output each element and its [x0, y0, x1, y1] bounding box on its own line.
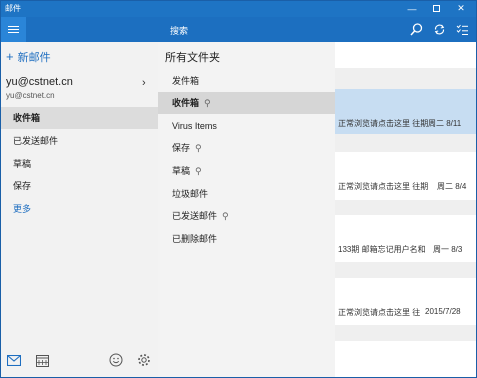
flyout-folder-label: 已发送邮件 — [172, 211, 218, 221]
pin-icon[interactable]: ⚲ — [195, 166, 202, 176]
message-preview[interactable]: 正常浏览请点击这里 往 — [338, 307, 426, 318]
flyout-folder-saved[interactable]: 保存 ⚲ — [158, 137, 335, 159]
flyout-folder-label: Virus Items — [172, 121, 217, 131]
pin-icon[interactable]: ⚲ — [222, 211, 229, 221]
message-row-divider — [335, 325, 477, 341]
hamburger-line — [7, 32, 19, 33]
folder-sent[interactable]: 已发送邮件 — [0, 130, 158, 152]
message-date: 周二 8/11 — [428, 119, 462, 128]
pin-icon[interactable]: ⚲ — [195, 143, 202, 153]
maximize-button[interactable] — [424, 0, 448, 17]
hamburger-menu-button[interactable] — [0, 17, 26, 42]
flyout-folder-label: 发件箱 — [172, 76, 200, 86]
message-date: 周二 8/4 — [437, 182, 467, 191]
filter-icon[interactable] — [452, 19, 472, 39]
search-icon[interactable] — [406, 19, 426, 39]
folder-inbox[interactable]: 收件箱 — [0, 107, 158, 129]
flyout-folder-drafts[interactable]: 草稿 ⚲ — [158, 160, 335, 182]
message-preview[interactable]: 正常浏览请点击这里 往期 — [338, 181, 450, 192]
account-name[interactable]: yu@cstnet.cn — [6, 76, 73, 88]
message-row-divider — [335, 200, 477, 215]
folder-label: 已发送邮件 — [13, 136, 59, 146]
flyout-folder-outbox[interactable]: 发件箱 — [158, 70, 335, 92]
flyout-folder-inbox[interactable]: 收件箱 ⚲ — [158, 92, 335, 114]
minimize-button[interactable]: — — [400, 0, 424, 17]
flyout-folder-sent[interactable]: 已发送邮件 ⚲ — [158, 205, 335, 227]
flyout-title: 所有文件夹 — [165, 52, 220, 64]
close-button[interactable]: ✕ — [449, 0, 473, 17]
flyout-folder-label: 保存 — [172, 143, 191, 153]
message-row-divider — [335, 68, 477, 89]
new-mail-button[interactable]: + 新邮件 — [6, 49, 51, 65]
flyout-folder-deleted[interactable]: 已删除邮件 — [158, 228, 335, 250]
message-row-divider — [335, 262, 477, 278]
folder-label: 更多 — [13, 204, 32, 214]
flyout-folder-virus-items[interactable]: Virus Items — [158, 115, 335, 137]
maximize-icon — [432, 5, 440, 12]
chevron-right-icon[interactable]: › — [142, 77, 146, 89]
message-row-divider — [335, 134, 477, 152]
folder-label: 收件箱 — [13, 113, 41, 123]
message-date: 2015/7/28 — [425, 307, 461, 316]
plus-icon: + — [6, 49, 14, 64]
settings-icon[interactable] — [135, 351, 153, 369]
flyout-folder-label: 已删除邮件 — [172, 234, 218, 244]
left-header — [26, 17, 158, 42]
folder-drafts[interactable]: 草稿 — [0, 153, 158, 175]
close-icon: ✕ — [457, 3, 465, 13]
folder-more[interactable]: 更多 — [0, 198, 158, 220]
window-title: 邮件 — [5, 4, 21, 13]
calendar-icon[interactable] — [33, 351, 51, 369]
flyout-folder-label: 草稿 — [172, 166, 191, 176]
flyout-folder-label: 垃圾邮件 — [172, 189, 209, 199]
hamburger-line — [7, 29, 19, 30]
hamburger-line — [7, 26, 19, 27]
feedback-icon[interactable] — [107, 351, 125, 369]
account-email: yu@cstnet.cn — [6, 91, 55, 100]
search-label[interactable]: 搜索 — [170, 24, 188, 37]
pin-icon[interactable]: ⚲ — [204, 98, 211, 108]
sync-icon[interactable] — [429, 19, 449, 39]
flyout-folder-junk[interactable]: 垃圾邮件 — [158, 183, 335, 205]
flyout-folder-label: 收件箱 — [172, 98, 200, 108]
folder-saved[interactable]: 保存 — [0, 175, 158, 197]
message-date: 周一 8/3 — [433, 245, 463, 254]
folder-label: 草稿 — [13, 159, 32, 169]
mail-icon[interactable] — [5, 351, 23, 369]
minimize-icon: — — [407, 3, 417, 14]
folder-label: 保存 — [13, 181, 32, 191]
new-mail-label: 新邮件 — [17, 52, 51, 64]
